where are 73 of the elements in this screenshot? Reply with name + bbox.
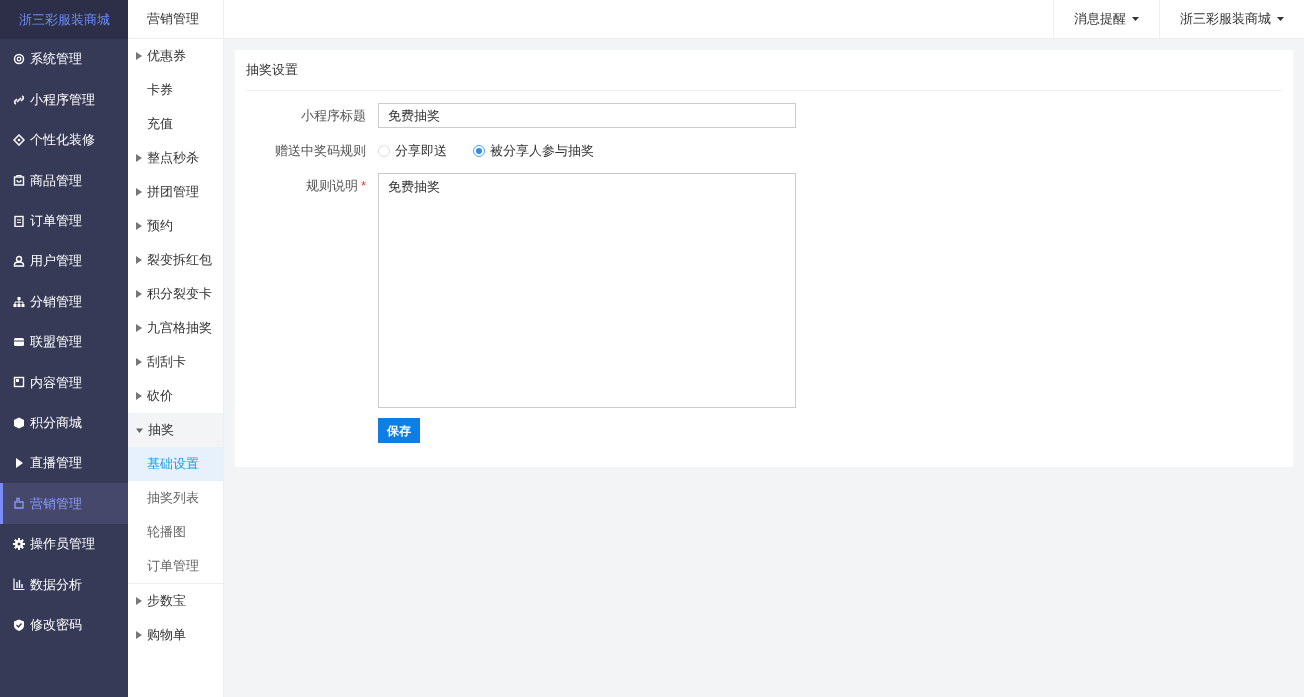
sidebar-item[interactable]: 商品管理 <box>0 160 128 201</box>
layout-icon <box>13 376 25 389</box>
sidebar-item[interactable]: 内容管理 <box>0 362 128 403</box>
sidebar-item[interactable]: 营销管理 <box>0 483 128 524</box>
caret-down-icon <box>136 426 143 434</box>
submenu-item[interactable]: 九宫格抽奖 <box>128 311 223 345</box>
sidebar-item[interactable]: 操作员管理 <box>0 523 128 565</box>
caret-right-icon <box>136 358 142 366</box>
caret-right-icon <box>136 222 142 230</box>
field-label: 规则说明 <box>305 177 358 195</box>
bag-icon <box>13 174 25 187</box>
submenu-item[interactable]: 裂变拆红包 <box>128 243 223 277</box>
caret-right-icon <box>136 324 142 332</box>
sidebar-item[interactable]: 小程序管理 <box>0 79 128 120</box>
submenu-item[interactable]: 砍价 <box>128 379 223 413</box>
shield-icon <box>13 618 25 631</box>
bar-chart-icon <box>13 578 25 591</box>
submenu-item[interactable]: 整点秒杀 <box>128 141 223 175</box>
submenu-item[interactable]: 订单管理 <box>128 549 223 583</box>
submenu-title: 营销管理 <box>147 10 199 29</box>
sidebar-item[interactable]: 用户管理 <box>0 240 128 282</box>
required-mark: * <box>360 177 366 195</box>
rules-textarea[interactable]: 免费抽奖 <box>378 173 796 408</box>
title-input-field[interactable]: 免费抽奖 <box>378 103 796 128</box>
caret-right-icon <box>136 631 142 639</box>
submenu-item[interactable]: 积分裂变卡 <box>128 277 223 311</box>
sidebar-item[interactable]: 修改密码 <box>0 604 128 645</box>
caret-right-icon <box>136 52 142 60</box>
sidebar-item[interactable]: 联盟管理 <box>0 321 128 363</box>
caret-right-icon <box>136 154 142 162</box>
submenu-item[interactable]: 步数宝 <box>128 584 223 618</box>
dropdown-menu[interactable]: 浙三彩服装商城 <box>1159 0 1304 38</box>
sidebar-item[interactable]: 数据分析 <box>0 564 128 605</box>
caret-down-icon <box>1277 17 1284 21</box>
dropdown-menu[interactable]: 消息提醒 <box>1053 0 1159 38</box>
submenu-item[interactable]: 刮刮卡 <box>128 345 223 379</box>
link-icon <box>13 93 25 106</box>
submenu-item[interactable]: 充值 <box>128 107 223 141</box>
card-title: 抽奖设置 <box>246 61 298 80</box>
radio-label: 被分享人参与抽奖 <box>490 141 594 160</box>
save-button[interactable]: 保存 <box>378 418 420 443</box>
submenu-item[interactable]: 卡券 <box>128 73 223 107</box>
hierarchy-icon <box>13 295 25 308</box>
caret-right-icon <box>136 290 142 298</box>
caret-down-icon <box>1132 17 1139 21</box>
submenu-item[interactable]: 购物单 <box>128 618 223 652</box>
brand-title: 浙三彩服装商城 <box>18 10 110 29</box>
submenu-item[interactable]: 抽奖 <box>128 413 223 447</box>
radio-label: 分享即送 <box>395 141 447 160</box>
sidebar-item[interactable]: 积分商城 <box>0 402 128 443</box>
field-label: 赠送中奖码规则 <box>275 142 366 158</box>
caret-right-icon <box>136 392 142 400</box>
sidebar-item[interactable]: 直播管理 <box>0 442 128 484</box>
sidebar-item[interactable]: 订单管理 <box>0 200 128 241</box>
play-icon <box>13 457 25 470</box>
submenu-item[interactable]: 拼团管理 <box>128 175 223 209</box>
field-label: 小程序标题 <box>301 107 366 123</box>
sidebar-item[interactable]: 系统管理 <box>0 39 128 80</box>
sidebar-item[interactable]: 分销管理 <box>0 281 128 322</box>
submenu-item[interactable]: 优惠券 <box>128 39 223 73</box>
clipboard-icon <box>13 214 25 227</box>
cog-icon <box>13 537 25 550</box>
caret-right-icon <box>136 188 142 196</box>
caret-right-icon <box>136 597 142 605</box>
store-icon <box>13 335 25 348</box>
submenu-item[interactable]: 轮播图 <box>128 515 223 549</box>
caret-right-icon <box>136 256 142 264</box>
diamond-icon <box>13 133 25 146</box>
gear-icon <box>13 53 25 66</box>
submenu-item[interactable]: 抽奖列表 <box>128 481 223 515</box>
sidebar-item[interactable]: 个性化装修 <box>0 119 128 161</box>
user-icon <box>13 255 25 268</box>
submenu-item[interactable]: 预约 <box>128 209 223 243</box>
